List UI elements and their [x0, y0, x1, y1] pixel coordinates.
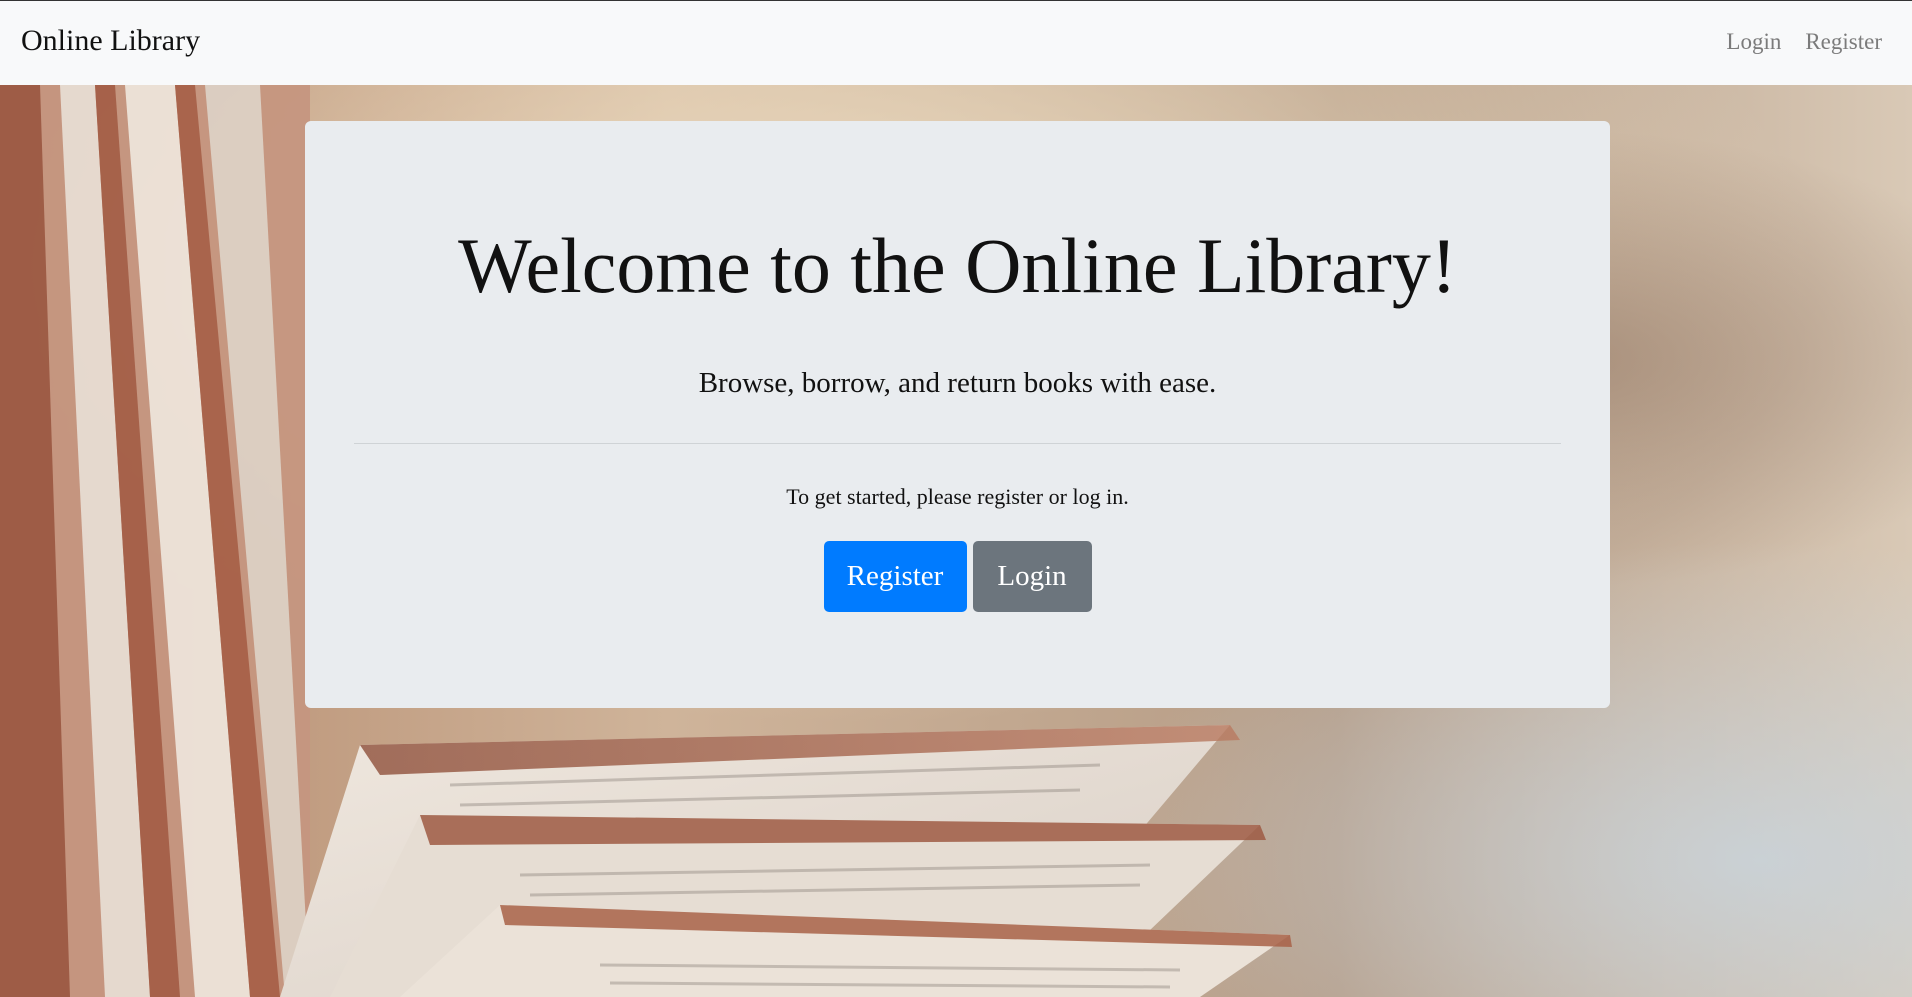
nav-links: Login Register — [1726, 29, 1882, 55]
page-title: Welcome to the Online Library! — [458, 222, 1457, 309]
divider — [354, 443, 1561, 444]
page: Online Library Login Register Welcome to… — [0, 0, 1912, 997]
brand-link[interactable]: Online Library — [21, 24, 200, 58]
nav-login-link[interactable]: Login — [1726, 29, 1781, 55]
login-button[interactable]: Login — [972, 541, 1092, 612]
lead-text: Browse, borrow, and return books with ea… — [698, 367, 1217, 399]
welcome-card: Welcome to the Online Library! Browse, b… — [305, 121, 1610, 708]
nav-register-link[interactable]: Register — [1805, 29, 1882, 55]
register-button[interactable]: Register — [823, 541, 967, 612]
cta-buttons: Register Login — [305, 541, 1610, 612]
navbar: Online Library Login Register — [0, 0, 1912, 85]
get-started-text: To get started, please register or log i… — [786, 484, 1129, 509]
